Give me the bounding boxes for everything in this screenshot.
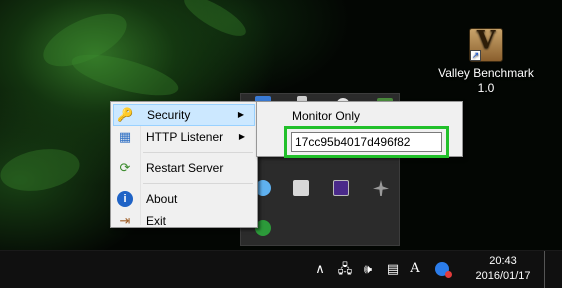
- menu-separator: [143, 152, 253, 153]
- ime-mode-indicator[interactable]: A: [408, 260, 422, 278]
- menu-item-exit[interactable]: ⇥ Exit: [113, 210, 255, 232]
- security-submenu: Monitor Only 17cc95b4017d496f82: [256, 101, 463, 158]
- exit-icon: ⇥: [119, 213, 131, 228]
- show-hidden-icons-chevron-icon[interactable]: ∧: [314, 260, 326, 278]
- token-highlight-box: 17cc95b4017d496f82: [284, 126, 449, 158]
- cloud-sync-icon[interactable]: [432, 260, 452, 278]
- taskbar: ∧ 🖧 🕪 ▤ A 20:43 2016/01/17: [0, 250, 562, 288]
- menu-item-security[interactable]: 🔑 Security ▶: [113, 104, 255, 126]
- desktop-shortcut-valley-benchmark[interactable]: V ↗ Valley Benchmark 1.0: [432, 28, 540, 96]
- menu-item-restart-server[interactable]: ⟳ Restart Server: [113, 157, 255, 179]
- menu-item-label: Restart Server: [146, 161, 224, 175]
- menu-item-label: About: [146, 192, 178, 206]
- key-icon: 🔑: [117, 107, 134, 122]
- clock-date: 2016/01/17: [475, 270, 531, 282]
- tray-context-menu: 🔑 Security ▶ ▦ HTTP Listener ▶ ⟳ Restart…: [110, 101, 258, 228]
- network-icon[interactable]: 🖧: [336, 260, 354, 278]
- wallpaper-leaf: [67, 46, 183, 104]
- menu-separator: [143, 183, 253, 184]
- wallpaper-leaf: [0, 143, 83, 197]
- shortcut-label-line2: 1.0: [477, 81, 495, 95]
- shortcut-label-line1: Valley Benchmark: [438, 66, 534, 80]
- network-icon: ▦: [118, 129, 132, 144]
- menu-item-label: Security: [147, 108, 191, 122]
- show-desktop-button[interactable]: [544, 251, 545, 288]
- submenu-arrow-icon: ▶: [238, 132, 245, 141]
- valley-benchmark-icon: V ↗: [469, 28, 503, 62]
- action-center-icon[interactable]: ▤: [384, 260, 402, 278]
- tray-airplane-icon[interactable]: [373, 180, 389, 196]
- menu-item-label: HTTP Listener: [146, 130, 224, 144]
- submenu-arrow-icon: ▶: [237, 110, 244, 119]
- restart-icon: ⟳: [119, 160, 131, 175]
- taskbar-clock[interactable]: 20:43 2016/01/17: [468, 254, 538, 284]
- volume-icon[interactable]: 🕪: [359, 260, 377, 278]
- clock-time: 20:43: [489, 255, 517, 267]
- shortcut-arrow-icon: ↗: [470, 50, 481, 61]
- tray-gpu-icon[interactable]: [333, 180, 349, 196]
- menu-item-about[interactable]: i About: [113, 188, 255, 210]
- info-icon: i: [117, 191, 133, 207]
- menu-item-http-listener[interactable]: ▦ HTTP Listener ▶: [113, 126, 255, 148]
- monitor-only-item[interactable]: Monitor Only: [292, 109, 360, 123]
- tray-checkmark-icon[interactable]: [293, 180, 309, 196]
- menu-item-label: Exit: [146, 214, 167, 228]
- security-token-field[interactable]: 17cc95b4017d496f82: [291, 132, 442, 152]
- valley-logo-glyph: V: [476, 25, 496, 54]
- wallpaper-leaf: [179, 0, 251, 44]
